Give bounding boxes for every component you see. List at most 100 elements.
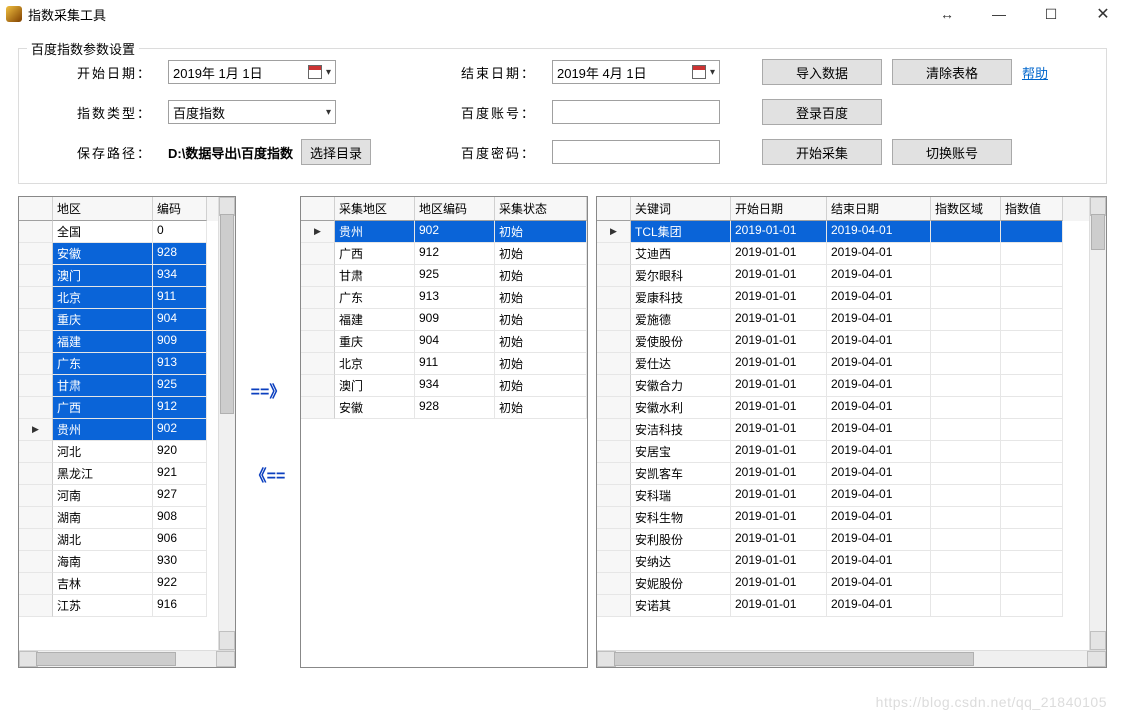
- col-header-code[interactable]: 编码: [153, 197, 207, 221]
- col-header-rowhead: [597, 197, 631, 221]
- row-header: [19, 221, 53, 243]
- table-row[interactable]: 湖南908: [19, 507, 218, 529]
- minimize-button[interactable]: —: [987, 6, 1011, 22]
- table-row[interactable]: 澳门934初始: [301, 375, 587, 397]
- move-left-button[interactable]: 《==: [251, 462, 286, 486]
- table-row[interactable]: 爱施德2019-01-012019-04-01: [597, 309, 1089, 331]
- col-header-index-area[interactable]: 指数区域: [931, 197, 1001, 221]
- table-row[interactable]: 全国0: [19, 221, 218, 243]
- table-row[interactable]: 安凯客车2019-01-012019-04-01: [597, 463, 1089, 485]
- region-table[interactable]: 地区 编码 全国0安徽928澳门934北京911重庆904福建909广东913甘…: [18, 196, 236, 668]
- table-row[interactable]: 福建909初始: [301, 309, 587, 331]
- table-row[interactable]: 广西912: [19, 397, 218, 419]
- close-button[interactable]: ✕: [1091, 4, 1115, 24]
- table-row[interactable]: 湖北906: [19, 529, 218, 551]
- cell-index-value: [1001, 485, 1063, 507]
- baidu-account-input[interactable]: [552, 100, 720, 124]
- help-link[interactable]: 帮助: [1022, 63, 1082, 82]
- cell-index-value: [1001, 573, 1063, 595]
- table-row[interactable]: 安徽928: [19, 243, 218, 265]
- table-row[interactable]: 北京911: [19, 287, 218, 309]
- login-baidu-button[interactable]: 登录百度: [762, 99, 882, 125]
- cell-region: 湖北: [53, 529, 153, 551]
- start-date-picker[interactable]: 2019年 1月 1日 ▾: [168, 60, 336, 84]
- row-header: [597, 243, 631, 265]
- table-row[interactable]: 福建909: [19, 331, 218, 353]
- table-row[interactable]: 爱康科技2019-01-012019-04-01: [597, 287, 1089, 309]
- cell-status: 初始: [495, 287, 587, 309]
- end-date-picker[interactable]: 2019年 4月 1日 ▾: [552, 60, 720, 84]
- import-button[interactable]: 导入数据: [762, 59, 882, 85]
- table-row[interactable]: 广东913初始: [301, 287, 587, 309]
- table-row[interactable]: 重庆904初始: [301, 331, 587, 353]
- table-row[interactable]: 安洁科技2019-01-012019-04-01: [597, 419, 1089, 441]
- cell-start-date: 2019-01-01: [731, 463, 827, 485]
- table-row[interactable]: 安科瑞2019-01-012019-04-01: [597, 485, 1089, 507]
- index-type-value: 百度指数: [173, 103, 225, 122]
- horizontal-scrollbar[interactable]: [19, 650, 235, 667]
- table-row[interactable]: 爱仕达2019-01-012019-04-01: [597, 353, 1089, 375]
- row-header: [301, 331, 335, 353]
- table-row[interactable]: 海南930: [19, 551, 218, 573]
- table-row[interactable]: 北京911初始: [301, 353, 587, 375]
- baidu-password-input[interactable]: [552, 140, 720, 164]
- index-type-combobox[interactable]: 百度指数 ▾: [168, 100, 336, 124]
- table-row[interactable]: 安科生物2019-01-012019-04-01: [597, 507, 1089, 529]
- cell-region: 澳门: [53, 265, 153, 287]
- cell-region: 甘肃: [53, 375, 153, 397]
- table-row[interactable]: 江苏916: [19, 595, 218, 617]
- table-row[interactable]: 吉林922: [19, 573, 218, 595]
- clear-table-button[interactable]: 清除表格: [892, 59, 1012, 85]
- col-header-collect-region[interactable]: 采集地区: [335, 197, 415, 221]
- table-row[interactable]: 安妮股份2019-01-012019-04-01: [597, 573, 1089, 595]
- table-row[interactable]: 安居宝2019-01-012019-04-01: [597, 441, 1089, 463]
- table-row[interactable]: 重庆904: [19, 309, 218, 331]
- col-header-collect-status[interactable]: 采集状态: [495, 197, 587, 221]
- cell-keyword: 安诺其: [631, 595, 731, 617]
- table-row[interactable]: 安徽合力2019-01-012019-04-01: [597, 375, 1089, 397]
- table-row[interactable]: 贵州902初始: [301, 221, 587, 243]
- keyword-table[interactable]: 关键词 开始日期 结束日期 指数区域 指数值 TCL集团2019-01-0120…: [596, 196, 1107, 668]
- switch-account-button[interactable]: 切换账号: [892, 139, 1012, 165]
- collect-region-table[interactable]: 采集地区 地区编码 采集状态 贵州902初始广西912初始甘肃925初始广东91…: [300, 196, 588, 668]
- table-row[interactable]: 安徽水利2019-01-012019-04-01: [597, 397, 1089, 419]
- col-header-keyword[interactable]: 关键词: [631, 197, 731, 221]
- table-row[interactable]: 河北920: [19, 441, 218, 463]
- move-right-button[interactable]: ==》: [251, 378, 286, 402]
- col-header-region-code[interactable]: 地区编码: [415, 197, 495, 221]
- table-row[interactable]: 广西912初始: [301, 243, 587, 265]
- cell-end-date: 2019-04-01: [827, 353, 931, 375]
- watermark: https://blog.csdn.net/qq_21840105: [876, 694, 1107, 710]
- table-row[interactable]: 安诺其2019-01-012019-04-01: [597, 595, 1089, 617]
- table-row[interactable]: 河南927: [19, 485, 218, 507]
- horizontal-scrollbar[interactable]: [597, 650, 1106, 667]
- table-row[interactable]: 甘肃925初始: [301, 265, 587, 287]
- table-row[interactable]: 甘肃925: [19, 375, 218, 397]
- table-row[interactable]: 黑龙江921: [19, 463, 218, 485]
- col-header-end-date[interactable]: 结束日期: [827, 197, 931, 221]
- table-row[interactable]: 爱使股份2019-01-012019-04-01: [597, 331, 1089, 353]
- table-row[interactable]: 澳门934: [19, 265, 218, 287]
- vertical-scrollbar[interactable]: [218, 197, 235, 650]
- table-row[interactable]: 安纳达2019-01-012019-04-01: [597, 551, 1089, 573]
- choose-dir-button[interactable]: 选择目录: [301, 139, 371, 165]
- table-row[interactable]: TCL集团2019-01-012019-04-01: [597, 221, 1089, 243]
- table-row[interactable]: 贵州902: [19, 419, 218, 441]
- cell-status: 初始: [495, 397, 587, 419]
- table-row[interactable]: 广东913: [19, 353, 218, 375]
- table-row[interactable]: 艾迪西2019-01-012019-04-01: [597, 243, 1089, 265]
- table-row[interactable]: 安利股份2019-01-012019-04-01: [597, 529, 1089, 551]
- cell-start-date: 2019-01-01: [731, 397, 827, 419]
- col-header-start-date[interactable]: 开始日期: [731, 197, 827, 221]
- col-header-region[interactable]: 地区: [53, 197, 153, 221]
- cell-index-area: [931, 463, 1001, 485]
- cell-index-area: [931, 309, 1001, 331]
- start-collect-button[interactable]: 开始采集: [762, 139, 882, 165]
- table-row[interactable]: 安徽928初始: [301, 397, 587, 419]
- row-header: [19, 551, 53, 573]
- maximize-button[interactable]: ☐: [1039, 6, 1063, 23]
- col-header-index-value[interactable]: 指数值: [1001, 197, 1063, 221]
- resize-handle-icon[interactable]: ↔: [935, 6, 959, 22]
- table-row[interactable]: 爱尔眼科2019-01-012019-04-01: [597, 265, 1089, 287]
- vertical-scrollbar[interactable]: [1089, 197, 1106, 650]
